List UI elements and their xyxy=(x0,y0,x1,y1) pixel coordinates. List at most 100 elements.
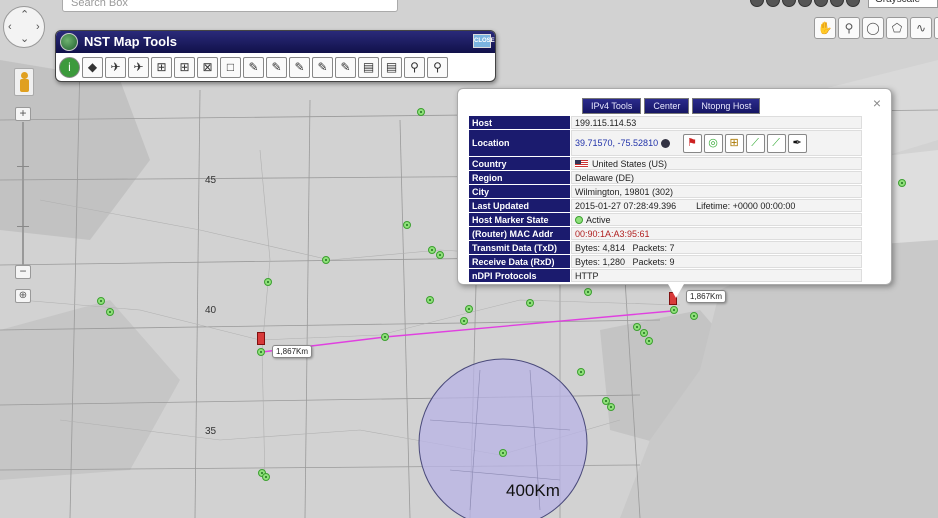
pencil-icon[interactable]: ✎ xyxy=(243,57,264,78)
pencil-icon[interactable]: ✎ xyxy=(312,57,333,78)
host-marker[interactable] xyxy=(106,308,114,316)
origin-flag-icon[interactable] xyxy=(257,332,265,345)
host-marker[interactable] xyxy=(262,473,270,481)
refresh-icon[interactable] xyxy=(661,138,671,148)
pan-up-icon[interactable]: ⌃ xyxy=(20,10,29,21)
host-marker[interactable] xyxy=(577,368,585,376)
polyline-tool-icon[interactable]: ∿ xyxy=(910,17,932,39)
tab-ipv4-tools[interactable]: IPv4 Tools xyxy=(582,98,642,114)
host-marker[interactable] xyxy=(257,348,265,356)
latitude-label-40: 40 xyxy=(205,305,217,316)
polygon-tool-icon[interactable]: ⬠ xyxy=(886,17,908,39)
document-icon[interactable]: ▤ xyxy=(381,57,402,78)
close-icon[interactable]: × xyxy=(873,95,881,111)
flag-icon[interactable]: ⚑ xyxy=(682,133,702,153)
pan-down-icon[interactable]: ⌄ xyxy=(20,34,29,45)
table-row: City Wilmington, 19801 (302) xyxy=(469,185,862,198)
zoom-slider-track[interactable] xyxy=(22,122,24,266)
plane-icon[interactable]: ✈ xyxy=(128,57,149,78)
host-marker[interactable] xyxy=(640,329,648,337)
row-key: Country xyxy=(469,157,570,170)
street-view-pegman-icon[interactable] xyxy=(14,68,34,96)
marker-state-value: Active xyxy=(586,214,611,225)
host-marker[interactable] xyxy=(426,296,434,304)
map-control-icon[interactable] xyxy=(766,0,780,7)
popup-tabs: IPv4 Tools Center Ntopng Host xyxy=(582,98,761,114)
host-marker[interactable] xyxy=(428,246,436,254)
panel-title: NST Map Tools xyxy=(84,34,177,49)
trace-icon[interactable]: ⊞ xyxy=(174,57,195,78)
map-type-select[interactable]: Grayscale xyxy=(868,0,938,8)
lifetime-value: Lifetime: +0000 00:00:00 xyxy=(696,200,796,211)
map-control-icon[interactable] xyxy=(782,0,796,7)
tab-center[interactable]: Center xyxy=(644,98,690,114)
host-marker[interactable] xyxy=(264,278,272,286)
line-icon[interactable]: ⟋ xyxy=(766,133,786,153)
host-marker[interactable] xyxy=(607,403,615,411)
host-marker[interactable] xyxy=(898,179,906,187)
host-marker[interactable] xyxy=(322,256,330,264)
trace-icon[interactable]: ⊠ xyxy=(197,57,218,78)
marker-icon[interactable]: ◆ xyxy=(82,57,103,78)
document-icon[interactable]: ▤ xyxy=(358,57,379,78)
map-control-icon[interactable] xyxy=(830,0,844,7)
map-control-icon[interactable] xyxy=(814,0,828,7)
zoom-out-button[interactable]: − xyxy=(15,265,31,279)
line-icon[interactable]: ⟋ xyxy=(745,133,765,153)
host-marker[interactable] xyxy=(97,297,105,305)
plane-icon[interactable]: ✈ xyxy=(105,57,126,78)
host-marker[interactable] xyxy=(690,312,698,320)
place-marker-icon[interactable]: ⚲ xyxy=(838,17,860,39)
map-control-icon[interactable] xyxy=(750,0,764,7)
active-status-icon xyxy=(575,216,583,225)
circle-tool-icon[interactable]: ◯ xyxy=(862,17,884,39)
info-icon[interactable]: i xyxy=(59,57,80,78)
map-control-icon[interactable] xyxy=(846,0,860,7)
host-marker[interactable] xyxy=(436,251,444,259)
target-icon[interactable]: ◎ xyxy=(703,133,723,153)
host-marker[interactable] xyxy=(417,108,425,116)
box-icon[interactable]: □ xyxy=(220,57,241,78)
trace-icon[interactable]: ⊞ xyxy=(151,57,172,78)
magnify-icon[interactable]: ⚲ xyxy=(427,57,448,78)
marker-state-cell: Active xyxy=(571,213,862,226)
host-marker[interactable] xyxy=(403,221,411,229)
host-marker[interactable] xyxy=(526,299,534,307)
pan-control[interactable]: ⌃ ‹ › ⌄ xyxy=(3,6,45,48)
host-marker[interactable] xyxy=(645,337,653,345)
host-marker[interactable] xyxy=(499,449,507,457)
host-info-popup: × IPv4 Tools Center Ntopng Host Host 199… xyxy=(457,88,892,298)
row-key: nDPI Protocols xyxy=(469,269,570,282)
pencil-icon[interactable]: ✎ xyxy=(266,57,287,78)
host-marker[interactable] xyxy=(670,306,678,314)
host-marker[interactable] xyxy=(460,317,468,325)
hand-icon[interactable]: ✋ xyxy=(814,17,836,39)
distance-label: 1,867Km xyxy=(686,290,727,303)
nst-title-bar[interactable]: NST Map Tools CLOSE xyxy=(56,31,495,53)
host-ip-value[interactable]: 199.115.114.53 xyxy=(571,116,862,129)
row-key: Transmit Data (TxD) xyxy=(469,241,570,254)
location-tools: ⚑ ◎ ⊞ ⟋ ⟋ ✒ xyxy=(682,133,807,153)
trace-icon[interactable]: ⊞ xyxy=(724,133,744,153)
pencil-icon[interactable]: ✎ xyxy=(289,57,310,78)
rectangle-tool-icon[interactable]: ▭ xyxy=(934,17,938,39)
magnify-icon[interactable]: ⚲ xyxy=(404,57,425,78)
nst-toolbar: i ◆ ✈ ✈ ⊞ ⊞ ⊠ □ ✎ ✎ ✎ ✎ ✎ ▤ ▤ ⚲ ⚲ xyxy=(56,53,495,81)
search-input[interactable]: Search Box xyxy=(62,0,398,12)
zoom-magnify-icon[interactable]: ⊕ xyxy=(15,289,31,303)
map-control-icon[interactable] xyxy=(798,0,812,7)
pan-left-icon[interactable]: ‹ xyxy=(8,22,12,33)
host-marker[interactable] xyxy=(584,288,592,296)
mac-value: 00:90:1A:A3:95:61 xyxy=(571,227,862,240)
location-value[interactable]: 39.71570, -75.52810 xyxy=(575,137,658,147)
pencil-icon[interactable]: ✒ xyxy=(787,133,807,153)
country-cell: United States (US) xyxy=(571,157,862,170)
host-marker[interactable] xyxy=(381,333,389,341)
tab-ntopng-host[interactable]: Ntopng Host xyxy=(692,98,761,114)
host-marker[interactable] xyxy=(465,305,473,313)
pencil-icon[interactable]: ✎ xyxy=(335,57,356,78)
table-row: Region Delaware (DE) xyxy=(469,171,862,184)
close-button[interactable]: CLOSE xyxy=(473,34,495,48)
zoom-in-button[interactable]: + xyxy=(15,107,31,121)
pan-right-icon[interactable]: › xyxy=(36,22,40,33)
